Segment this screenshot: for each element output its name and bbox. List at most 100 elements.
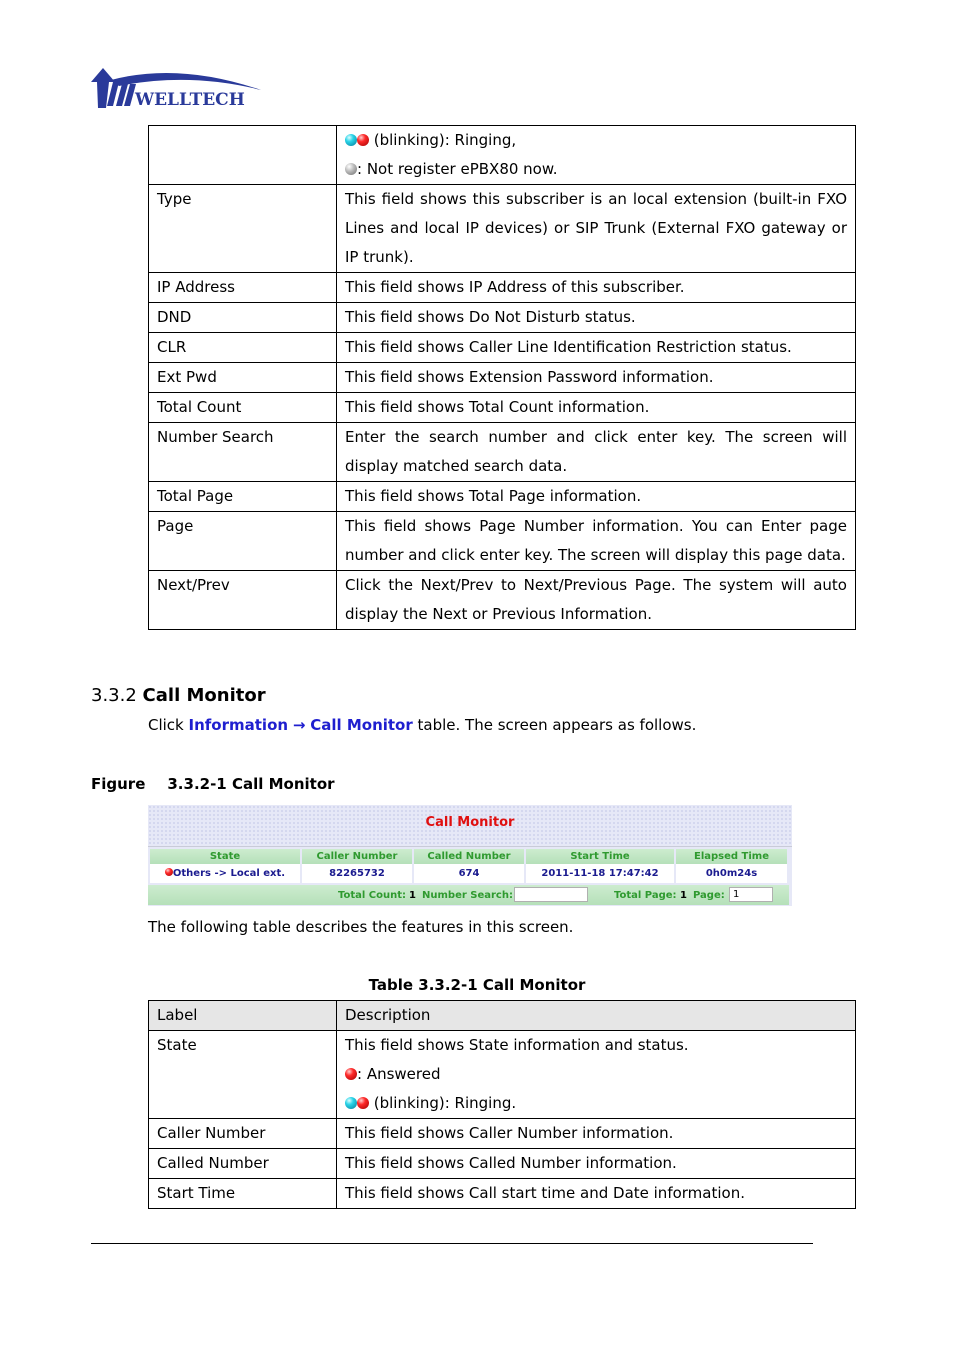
table-row: IP Address This field shows IP Address of…: [148, 272, 856, 303]
column-header-description: Description: [336, 1000, 856, 1031]
table-row: State This field shows State information…: [148, 1030, 856, 1119]
intro-text: table. The screen appears as follows.: [412, 716, 697, 734]
description-cell: This field shows IP Address of this subs…: [336, 272, 856, 303]
table-row: CLR This field shows Caller Line Identifi…: [148, 332, 856, 363]
gray-orb-icon: [345, 163, 357, 175]
table-row: Others -> Local ext. 82265732 674 2011-1…: [150, 864, 787, 883]
table-row: DND This field shows Do Not Disturb statu…: [148, 302, 856, 333]
table-row: Called Number This field shows Called Num…: [148, 1148, 856, 1179]
total-page-label: Total Page:: [614, 890, 677, 901]
legend-text: : Not register ePBX80 now.: [357, 160, 558, 178]
section-title: Call Monitor: [142, 685, 266, 706]
cyan-orb-icon: [345, 134, 357, 146]
total-count-value: 1: [409, 890, 416, 901]
page-input[interactable]: 1: [729, 887, 773, 902]
intro-text: Click: [148, 716, 189, 734]
section-intro: Click Information → Call Monitor table. …: [148, 716, 696, 734]
label-cell: Start Time: [148, 1178, 337, 1209]
red-orb-icon: [164, 868, 173, 876]
label-cell: Called Number: [148, 1148, 337, 1179]
description-cell: This field shows Total Page information.: [336, 481, 856, 512]
number-search-label: Number Search:: [422, 890, 513, 901]
description-cell: (blinking): Ringing, : Not register ePBX…: [336, 125, 856, 185]
description-cell: This field shows Total Count information…: [336, 392, 856, 423]
description-cell: This field shows Do Not Disturb status.: [336, 302, 856, 333]
label-cell: Number Search: [148, 422, 337, 482]
figure-caption: Figure 3.3.2-1 Call Monitor: [91, 775, 335, 793]
screenshot-title-bar: Call Monitor: [148, 805, 792, 847]
label-cell: Next/Prev: [148, 570, 337, 630]
table-row: (blinking): Ringing, : Not register ePBX…: [148, 125, 856, 185]
total-count-label: Total Count:: [338, 890, 407, 901]
description-cell: This field shows Caller Number informati…: [336, 1118, 856, 1149]
call-monitor-description-table: Label Description State This field shows…: [148, 1000, 856, 1209]
menu-path-information: Information: [188, 716, 289, 734]
description-cell: This field shows this subscriber is an l…: [336, 184, 856, 273]
table-row: Type This field shows this subscriber is …: [148, 184, 856, 273]
welltech-logo: WELLTECH: [89, 66, 265, 110]
label-cell: State: [148, 1030, 337, 1119]
table-row: Number Search Enter the search number and…: [148, 422, 856, 482]
table-row: Page This field shows Page Number informa…: [148, 511, 856, 571]
label-cell: Page: [148, 511, 337, 571]
screenshot-footer: Total Count: 1 Number Search: Total Page…: [148, 885, 789, 905]
page-label: Page:: [693, 890, 725, 901]
description-cell: This field shows Caller Line Identificat…: [336, 332, 856, 363]
table-row: Start Time This field shows Call start ti…: [148, 1178, 856, 1209]
state-cell: Others -> Local ext.: [150, 864, 300, 883]
label-cell: Type: [148, 184, 337, 273]
welltech-logo-icon: WELLTECH: [91, 68, 261, 110]
call-monitor-screenshot: Call Monitor State Caller Number Called …: [148, 805, 792, 906]
label-cell: Caller Number: [148, 1118, 337, 1149]
description-cell: This field shows State information and s…: [336, 1030, 856, 1119]
status-legend-line: : Answered: [345, 1060, 847, 1089]
column-header-caller-number: Caller Number: [302, 849, 412, 864]
section-number: 3.3.2: [91, 685, 137, 706]
description-cell: Enter the search number and click enter …: [336, 422, 856, 482]
caller-number-cell: 82265732: [302, 864, 412, 883]
red-orb-icon: [357, 1097, 369, 1109]
body-text: The following table describes the featur…: [148, 918, 574, 936]
table-caption: Table 3.3.2-1 Call Monitor: [368, 976, 586, 994]
arrow-right-icon: →: [292, 716, 306, 734]
description-cell: This field shows Page Number information…: [336, 511, 856, 571]
menu-path-call-monitor: Call Monitor: [310, 716, 413, 734]
legend-text: (blinking): Ringing.: [369, 1094, 517, 1112]
cyan-orb-icon: [345, 1097, 357, 1109]
called-number-cell: 674: [414, 864, 524, 883]
label-cell: CLR: [148, 332, 337, 363]
svg-text:WELLTECH: WELLTECH: [134, 90, 245, 110]
call-monitor-table: State Caller Number Called Number Start …: [148, 849, 789, 883]
column-header-elapsed-time: Elapsed Time: [676, 849, 787, 864]
label-cell: Ext Pwd: [148, 362, 337, 393]
description-cell: Click the Next/Prev to Next/Previous Pag…: [336, 570, 856, 630]
start-time-cell: 2011-11-18 17:47:42: [526, 864, 674, 883]
label-cell: IP Address: [148, 272, 337, 303]
footer-divider: [91, 1243, 813, 1244]
label-cell: Total Page: [148, 481, 337, 512]
number-search-input[interactable]: [514, 887, 588, 902]
figure-label: Figure: [91, 775, 146, 793]
column-header-state: State: [150, 849, 300, 864]
figure-title: 3.3.2-1 Call Monitor: [167, 775, 335, 793]
label-cell: DND: [148, 302, 337, 333]
description-text: This field shows State information and s…: [345, 1036, 689, 1054]
label-cell: Total Count: [148, 392, 337, 423]
description-cell: This field shows Extension Password info…: [336, 362, 856, 393]
elapsed-time-cell: 0h0m24s: [676, 864, 787, 883]
field-description-table-continued: (blinking): Ringing, : Not register ePBX…: [148, 125, 856, 630]
description-cell: This field shows Called Number informati…: [336, 1148, 856, 1179]
table-row: Ext Pwd This field shows Extension Passwo…: [148, 362, 856, 393]
total-page-value: 1: [680, 890, 687, 901]
legend-text: : Answered: [357, 1065, 441, 1083]
table-header-row: State Caller Number Called Number Start …: [150, 849, 787, 864]
section-heading: 3.3.2 Call Monitor: [91, 685, 266, 706]
screenshot-title: Call Monitor: [425, 815, 515, 830]
table-header-row: Label Description: [148, 1000, 856, 1031]
state-text: Others -> Local ext.: [172, 868, 286, 879]
table-row: Total Count This field shows Total Count …: [148, 392, 856, 423]
table-row: Caller Number This field shows Caller Num…: [148, 1118, 856, 1149]
legend-text: (blinking): Ringing,: [369, 131, 517, 149]
status-legend-line: (blinking): Ringing,: [345, 126, 847, 155]
description-cell: This field shows Call start time and Dat…: [336, 1178, 856, 1209]
